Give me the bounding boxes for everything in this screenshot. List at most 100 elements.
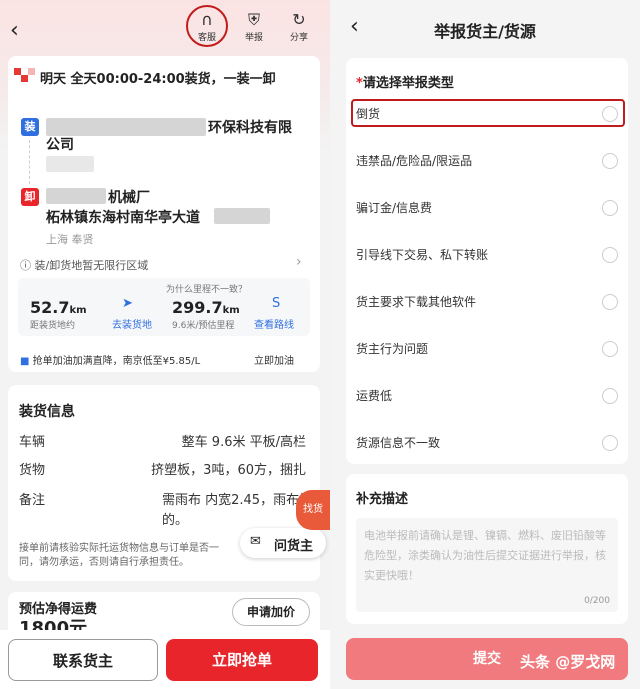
option-label: 违禁品/危险品/限运品 — [356, 154, 473, 168]
notice-line2: 同，请勿承运，否则请自行承担责任。 — [19, 557, 189, 568]
radio-button[interactable] — [602, 435, 618, 451]
load-company-line2: 公司 — [46, 137, 74, 153]
description-textarea[interactable]: 电池举报前请确认是锂、镍镉、燃料、废旧铅酸等危险型，涂类确认为油性后提交证据进行… — [356, 518, 618, 612]
report-option[interactable]: 骗订金/信息费 — [356, 191, 618, 225]
fuel-icon: ■ — [20, 356, 30, 367]
route-line — [29, 140, 30, 184]
route-icon: S — [272, 296, 281, 311]
option-label: 引导线下交易、私下转账 — [356, 248, 489, 262]
description-placeholder: 电池举报前请确认是锂、镍镉、燃料、废旧铅酸等危险型，涂类确认为油性后提交证据进行… — [364, 529, 606, 582]
fuel-action-link[interactable]: 立即加油 — [254, 352, 294, 367]
ask-owner-label: 问货主 — [274, 539, 314, 554]
load-tag: 装 — [21, 118, 39, 136]
back-icon[interactable]: ‹ — [10, 18, 19, 43]
cargo-value: 挤塑板，3吨，60方，捆扎 — [151, 463, 306, 478]
selected-option-highlight — [351, 99, 625, 127]
no-limit-row[interactable]: ⓘ 装/卸货地暂无限行区域 — [20, 257, 148, 273]
radio-button[interactable] — [602, 294, 618, 310]
unload-address: 柘林镇东海村南华亭大道 — [46, 210, 200, 226]
distance-label: 9.6米/预估里程 — [172, 321, 235, 331]
option-label: 货源信息不一致 — [356, 436, 441, 450]
radio-button[interactable] — [602, 388, 618, 404]
option-label: 运费低 — [356, 389, 393, 403]
option-label: 货主行为问题 — [356, 342, 429, 356]
grab-order-button[interactable]: 立即抢单 — [166, 639, 318, 681]
contact-owner-button[interactable]: 联系货主 — [8, 639, 158, 681]
checker-icon — [28, 68, 35, 75]
navigate-icon: ➤ — [122, 296, 133, 311]
page-title: 举报货主/货源 — [434, 22, 536, 41]
vehicle-label: 车辆 — [19, 435, 46, 450]
distance-question[interactable]: 为什么里程不一致？ — [166, 282, 247, 295]
report-label: 举报 — [244, 33, 263, 43]
required-mark: * — [356, 76, 363, 91]
unload-tag: 卸 — [21, 188, 39, 206]
distance-to-load: 52.7km — [30, 298, 87, 317]
notice-line1: 接单前请核验实际托运货物信息与订单是否一 — [19, 543, 219, 554]
supplement-card: 补充描述 电池举报前请确认是锂、镍镉、燃料、废旧铅酸等危险型，涂类确认为油性后提… — [346, 474, 628, 624]
info-icon: ⓘ — [20, 259, 31, 272]
distance-unit: km — [222, 305, 240, 316]
checker-icon — [21, 75, 28, 82]
unload-company: 机械厂 — [108, 190, 150, 206]
report-option[interactable]: 运费低 — [356, 379, 618, 413]
distance-label: 距装货地约 — [30, 321, 76, 331]
distance-value: 52.7 — [30, 298, 70, 317]
remark-value: 需雨布 内宽2.45，雨布好 — [162, 493, 313, 508]
mascot-text: 找货 — [303, 504, 323, 515]
distance-unit: km — [69, 305, 87, 316]
share-label: 分享 — [289, 33, 308, 43]
option-label: 货主要求下载其他软件 — [356, 295, 477, 309]
report-type-label: 请选择举报类型 — [362, 76, 454, 91]
apply-raise-button[interactable]: 申请加价 — [232, 598, 310, 626]
unload-city: 上海 奉贤 — [46, 233, 94, 246]
radio-button[interactable] — [602, 200, 618, 216]
report-option[interactable]: 货主要求下载其他软件 — [356, 285, 618, 319]
service-button[interactable]: ∩ 客服 — [191, 10, 223, 43]
report-option[interactable]: 货主行为问题 — [356, 332, 618, 366]
report-option[interactable]: 引导线下交易、私下转账 — [356, 238, 618, 272]
masked-text — [46, 188, 106, 204]
masked-text — [46, 156, 94, 172]
report-button[interactable]: ⛨ 举报 — [238, 10, 270, 43]
section-title: 装货信息 — [19, 404, 75, 420]
order-detail-panel: ‹ ∩ 客服 ⛨ 举报 ↻ 分享 明天 全天00:00-24:00装货，一装一卸… — [0, 0, 330, 689]
char-counter: 0/200 — [584, 596, 610, 606]
route-distance: 299.7km — [172, 298, 240, 317]
radio-button[interactable] — [602, 341, 618, 357]
report-option[interactable]: 违禁品/危险品/限运品 — [356, 144, 618, 178]
estimate-card: 预估净得运费 1800元 申请加价 — [8, 592, 320, 639]
report-option[interactable]: 货源信息不一致 — [356, 426, 618, 460]
distance-value: 299.7 — [172, 298, 223, 317]
report-panel: ‹ 举报货主/货源 *请选择举报类型 倒货 违禁品/危险品/限运品 骗订金/信息… — [330, 0, 640, 689]
share-icon: ↻ — [292, 10, 306, 29]
checker-icon — [14, 68, 21, 75]
fuel-promo[interactable]: ■ 抢单加油加满直降，南京低至¥5.85/L — [20, 352, 200, 367]
remark-value-line2: 的。 — [162, 513, 189, 528]
report-header: ‹ 举报货主/货源 — [330, 0, 640, 56]
vehicle-value: 整车 9.6米 平板/高栏 — [181, 435, 306, 450]
service-label: 客服 — [197, 33, 216, 43]
navigate-load-link[interactable]: 去装货地 — [112, 316, 152, 331]
ask-owner-button[interactable]: ✉ 问货主 — [240, 528, 326, 558]
no-limit-text: 装/卸货地暂无限行区域 — [34, 259, 149, 272]
fuel-text: 抢单加油加满直降，南京低至¥5.85/L — [32, 356, 201, 367]
mascot-badge[interactable]: 找货 — [296, 490, 330, 530]
route-card: 明天 全天00:00-24:00装货，一装一卸 装 环保科技有限 公司 卸 机械… — [8, 56, 320, 372]
report-type-title: *请选择举报类型 — [356, 72, 454, 91]
supplement-title: 补充描述 — [356, 492, 409, 507]
radio-button[interactable] — [602, 153, 618, 169]
masked-text — [214, 208, 270, 224]
chat-icon: ✉ — [250, 534, 261, 549]
watermark: 头条 @罗戈网 — [520, 653, 616, 671]
option-label: 骗订金/信息费 — [356, 201, 433, 215]
chevron-right-icon: › — [296, 254, 302, 270]
shield-icon: ⛨ — [247, 10, 260, 29]
radio-button[interactable] — [602, 247, 618, 263]
remark-label: 备注 — [19, 493, 46, 508]
distance-box: 为什么里程不一致？ 52.7km 距装货地约 ➤ 去装货地 299.7km 9.… — [18, 278, 310, 336]
load-company: 环保科技有限 — [208, 120, 292, 136]
share-button[interactable]: ↻ 分享 — [283, 10, 315, 43]
headset-icon: ∩ — [201, 10, 213, 29]
view-route-link[interactable]: 查看路线 — [254, 316, 294, 331]
